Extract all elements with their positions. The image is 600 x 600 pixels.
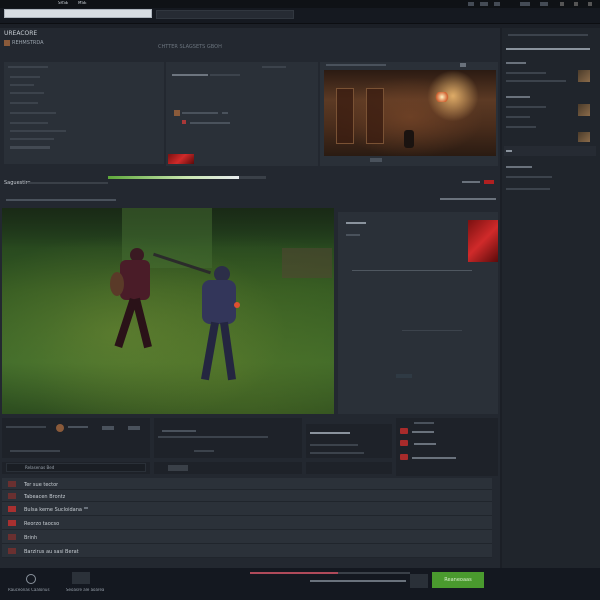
game-stream-view[interactable] xyxy=(2,208,334,414)
search-input[interactable] xyxy=(4,9,152,18)
list-item[interactable]: Barzirus au sasi Berat xyxy=(2,544,492,558)
news-panel xyxy=(154,418,302,458)
wallet-icon xyxy=(540,2,548,6)
status-label: Saguestire xyxy=(4,180,31,186)
download-progress-bar xyxy=(108,176,266,179)
menu-item-store[interactable]: SRSE xyxy=(58,1,68,6)
game-icon xyxy=(4,40,10,47)
toggle-button[interactable] xyxy=(168,465,188,471)
secondary-search[interactable] xyxy=(156,10,294,19)
add-game-icon[interactable] xyxy=(26,574,36,584)
list-item-icon xyxy=(8,548,16,554)
chandelier xyxy=(434,92,450,102)
filter-input-wrap xyxy=(2,462,150,474)
download-progress-fill xyxy=(108,176,240,179)
minimize-icon[interactable] xyxy=(560,2,564,6)
footer-progress-fill xyxy=(250,572,338,574)
chat-button[interactable] xyxy=(102,426,114,430)
install-button[interactable]: Reaneoaas xyxy=(432,572,484,588)
list-item-icon xyxy=(8,520,16,526)
friend-avatar-2[interactable] xyxy=(578,104,590,116)
warrior-character xyxy=(110,248,154,358)
list-item-icon xyxy=(8,493,16,499)
library-subtitle: REHMSTRDA xyxy=(12,40,44,47)
game-detail-panel xyxy=(166,62,318,166)
list-item-label: Barzirus au sasi Berat xyxy=(24,549,79,555)
menu-item-library[interactable]: MSE xyxy=(78,1,87,6)
list-item[interactable]: Tabeacen Brontz xyxy=(2,490,492,502)
list-item-icon xyxy=(8,506,16,512)
screenshot-thumbnail[interactable] xyxy=(168,154,194,164)
user-icon[interactable] xyxy=(494,2,500,6)
friends-avatars-icon[interactable] xyxy=(72,572,90,584)
stream-bar xyxy=(4,196,498,204)
library-title: UREACORE xyxy=(4,30,38,37)
footer-bar: Rauceonas Caalonus Seoasre ale aoarea Re… xyxy=(0,568,600,600)
broadcast-info-panel xyxy=(338,212,498,414)
footer-status-text xyxy=(310,580,406,582)
dlc-icon-2[interactable] xyxy=(400,440,408,446)
close-icon[interactable] xyxy=(588,2,592,6)
dlc-icon-1[interactable] xyxy=(400,428,408,434)
top-menu-bar: SRSE MSE xyxy=(0,0,600,8)
event-banner[interactable] xyxy=(468,220,498,262)
right-sidebar xyxy=(502,28,600,568)
maximize-icon[interactable] xyxy=(574,2,578,6)
dlc-icon-3[interactable] xyxy=(400,454,408,460)
media-panel xyxy=(320,62,498,166)
footer-left-label[interactable]: Rauceonas Caalonus xyxy=(8,588,50,593)
friend-avatar[interactable] xyxy=(56,424,64,432)
friends-section-header xyxy=(504,146,596,156)
armored-character xyxy=(192,266,242,386)
list-item-icon xyxy=(8,481,16,487)
list-item[interactable]: Bulsa keme Sucloidana xyxy=(2,502,492,516)
filter-input[interactable] xyxy=(6,463,146,472)
status-badge[interactable] xyxy=(484,180,494,184)
dlc-panel xyxy=(396,418,498,476)
footer-mid-label[interactable]: Seoasre ale aoarea xyxy=(66,588,104,593)
friends-activity-panel xyxy=(2,418,150,458)
game-list: Ter sue tector Tabeacen Brontz Bulsa kem… xyxy=(2,478,492,558)
more-button[interactable] xyxy=(128,426,140,430)
footer-progress-bar xyxy=(250,572,410,574)
friends-icon[interactable] xyxy=(480,2,488,6)
list-item-label: Bulsa keme Sucloidana xyxy=(24,507,82,513)
list-item[interactable]: Ter sue tector xyxy=(2,478,492,490)
list-item-label: Tabeacen Brontz xyxy=(24,494,66,500)
achievement-icon xyxy=(174,110,180,116)
notification-icon[interactable] xyxy=(468,2,474,6)
friend-avatar-1[interactable] xyxy=(578,70,590,82)
wooden-steps xyxy=(282,248,332,278)
list-item-label: Brinh xyxy=(24,535,38,541)
achievements-panel xyxy=(306,424,392,458)
list-item[interactable]: Brinh xyxy=(2,530,492,544)
mid-input-wrap xyxy=(154,462,302,474)
friend-avatar-3[interactable] xyxy=(578,132,590,142)
game-screenshot[interactable] xyxy=(324,70,496,156)
character-silhouette xyxy=(404,130,414,148)
status-right-label xyxy=(462,181,480,183)
library-header: UREACORE REHMSTRDA xyxy=(4,30,164,60)
friends-list-button[interactable] xyxy=(410,574,428,588)
extra-input-wrap xyxy=(306,462,392,474)
library-heading: CHTTER SLAGSETS GBOH xyxy=(158,44,222,50)
list-item-label: Ter sue tector xyxy=(24,482,59,488)
game-list-panel xyxy=(4,62,164,164)
fullscreen-icon[interactable] xyxy=(460,63,466,67)
list-item[interactable]: Reorzo taocso xyxy=(2,516,492,530)
list-item-label: Reorzo taocso xyxy=(24,521,60,527)
list-item-icon xyxy=(8,534,16,540)
warning-icon xyxy=(182,120,186,124)
profile-name[interactable] xyxy=(520,2,530,6)
